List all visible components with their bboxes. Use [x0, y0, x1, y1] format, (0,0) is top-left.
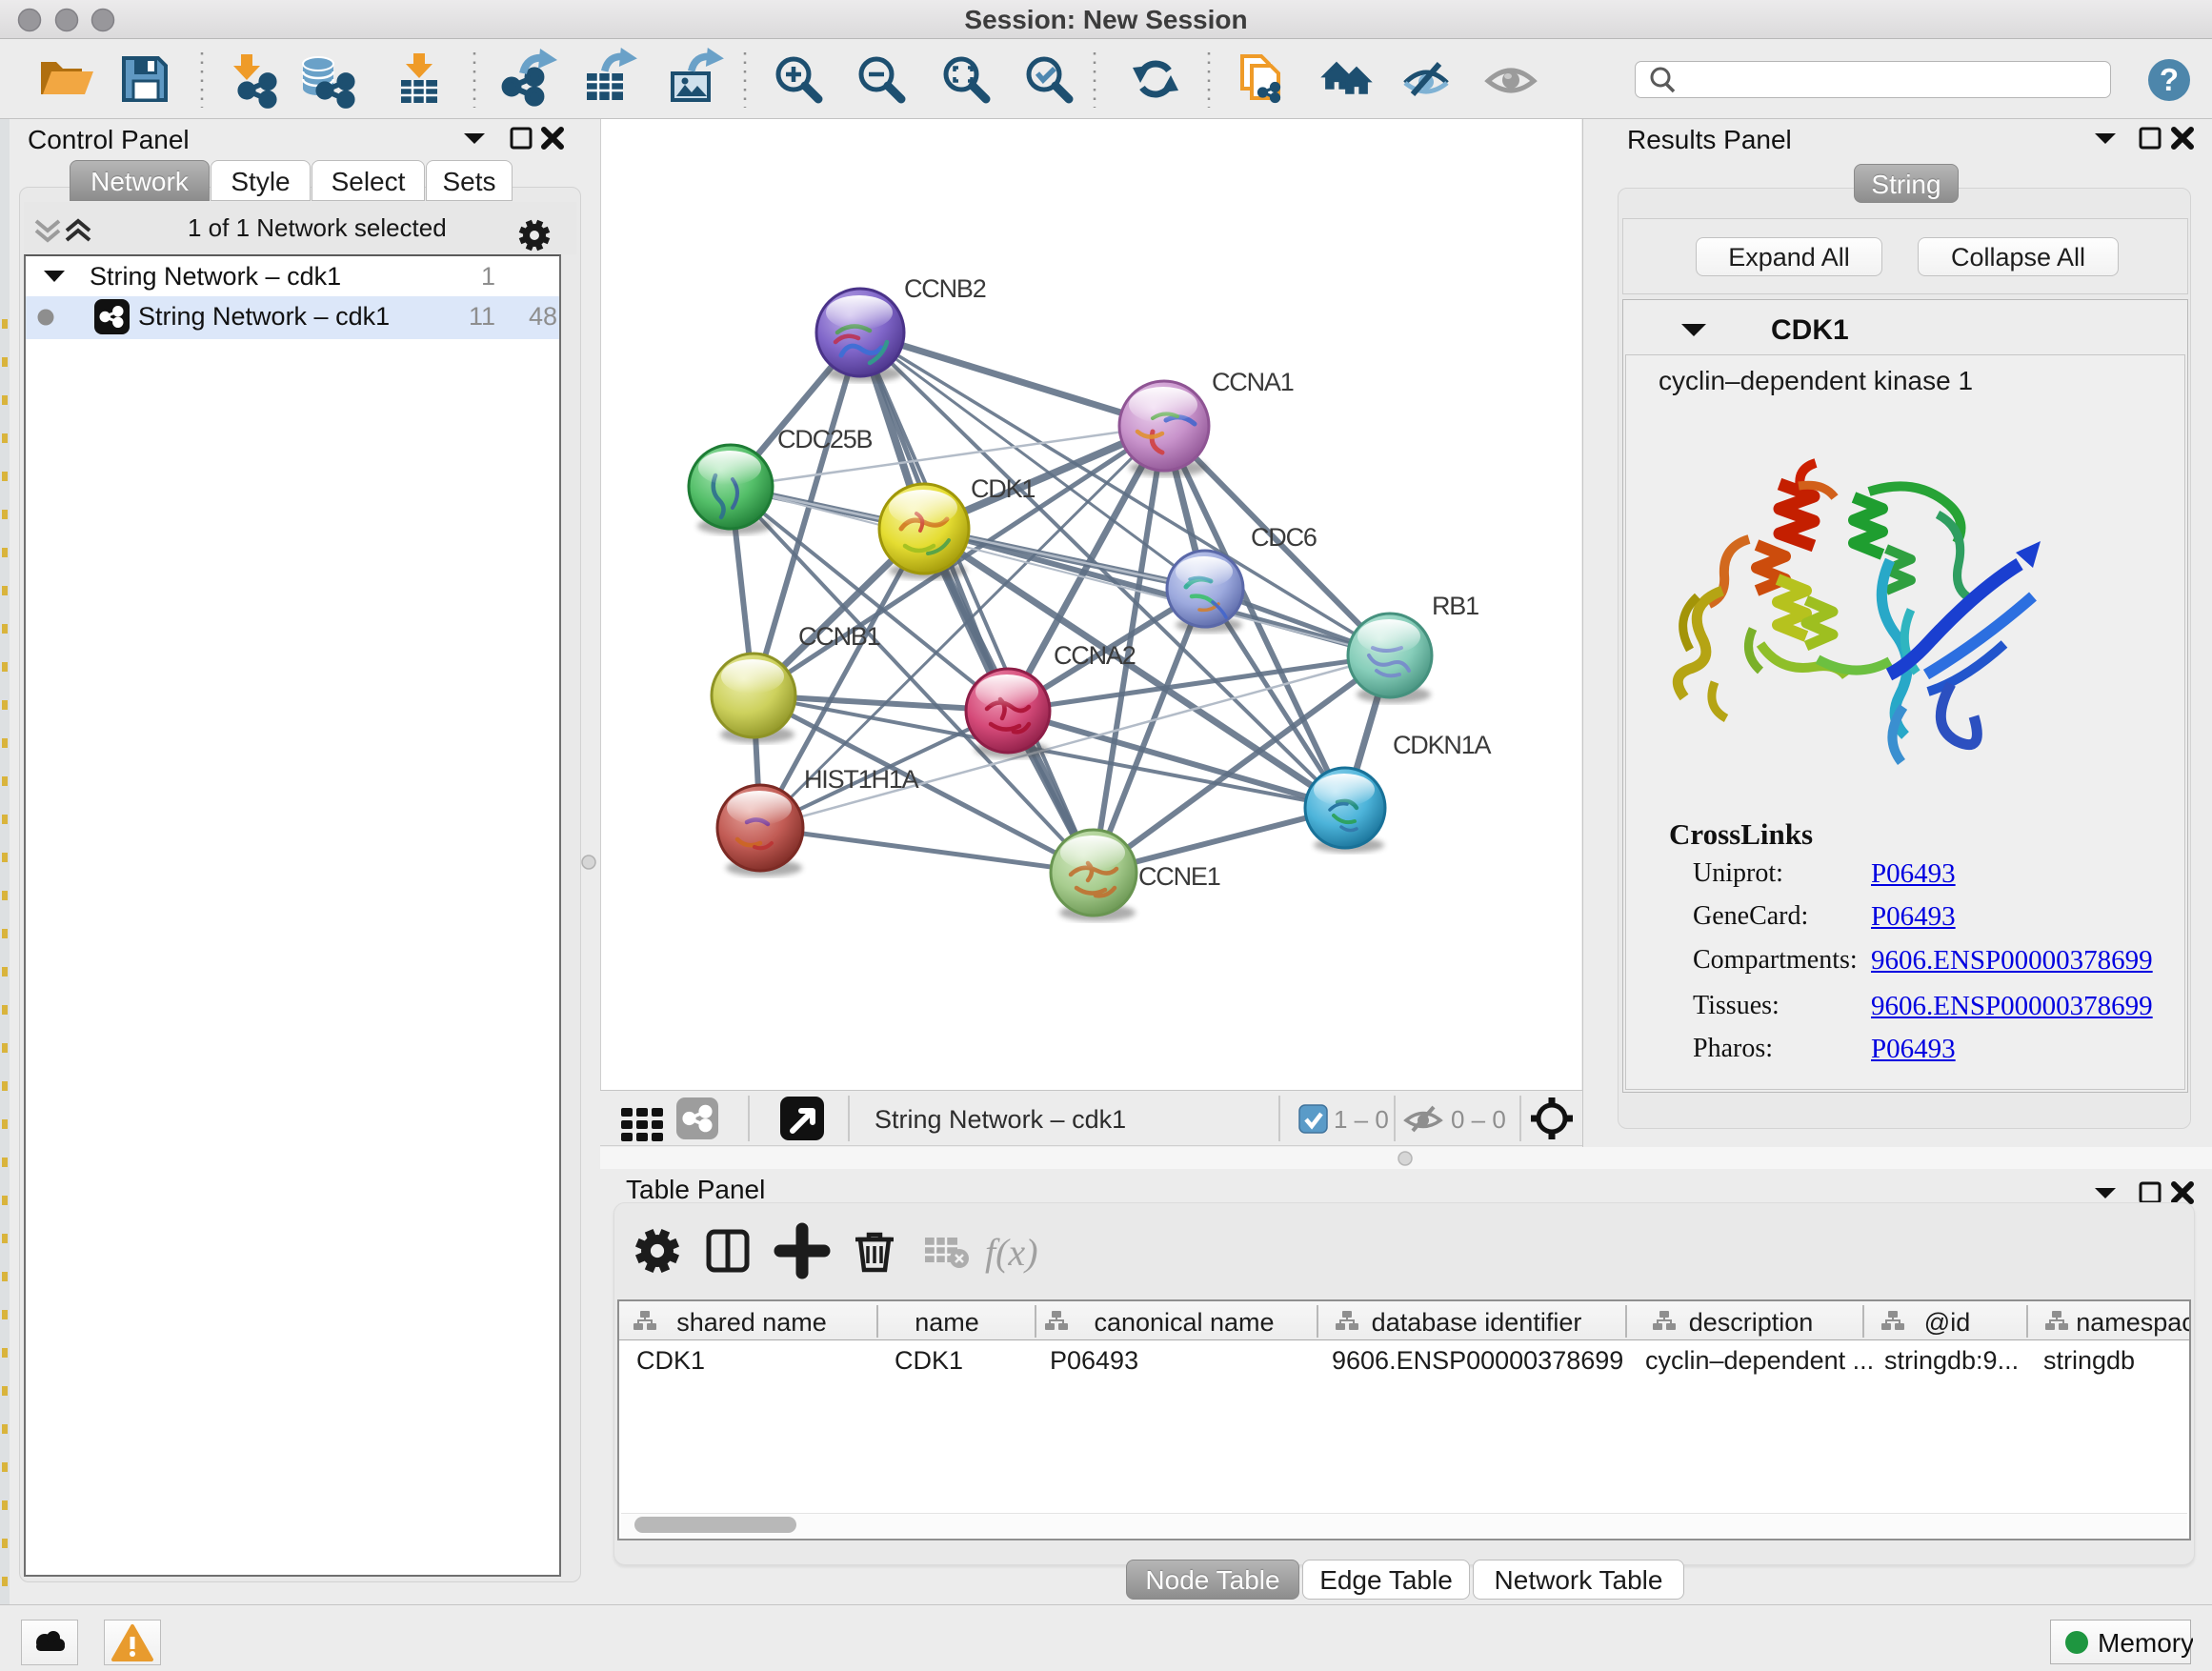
svg-text:?: ? [2160, 62, 2179, 97]
svg-text:CDKN1A: CDKN1A [1393, 731, 1492, 759]
svg-text:CCNA1: CCNA1 [1212, 368, 1294, 396]
svg-text:Session: New Session: Session: New Session [964, 5, 1247, 34]
svg-text:RB1: RB1 [1432, 592, 1478, 620]
svg-text:namespace: namespace [2076, 1308, 2189, 1337]
svg-text:database identifier: database identifier [1372, 1308, 1582, 1337]
svg-text:1 – 0: 1 – 0 [1334, 1105, 1389, 1134]
svg-text:CDK1: CDK1 [971, 474, 1035, 503]
svg-text:0 – 0: 0 – 0 [1451, 1105, 1506, 1134]
svg-text:CCNB2: CCNB2 [904, 274, 986, 303]
svg-text:shared name: shared name [676, 1308, 827, 1337]
svg-text:CCNA2: CCNA2 [1054, 641, 1136, 670]
svg-text:Memory: Memory [2098, 1628, 2193, 1658]
svg-text:CCNB1: CCNB1 [798, 622, 880, 651]
svg-text:description: description [1689, 1308, 1814, 1337]
svg-text:CDC6: CDC6 [1251, 523, 1317, 552]
svg-text:canonical name: canonical name [1094, 1308, 1274, 1337]
svg-text:CDC25B: CDC25B [777, 425, 873, 453]
svg-text:String Network – cdk1: String Network – cdk1 [875, 1105, 1126, 1134]
svg-text:CCNE1: CCNE1 [1138, 862, 1220, 891]
svg-text:@id: @id [1924, 1308, 1970, 1337]
svg-text:f(x): f(x) [985, 1231, 1038, 1274]
svg-text:HIST1H1A: HIST1H1A [804, 765, 919, 794]
svg-text:name: name [915, 1308, 979, 1337]
